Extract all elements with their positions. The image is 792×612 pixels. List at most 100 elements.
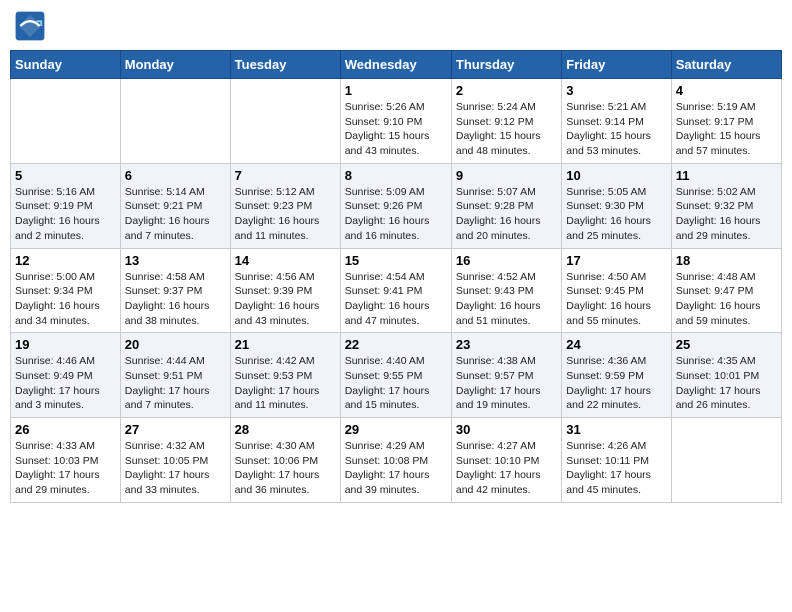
day-info: Sunrise: 5:26 AMSunset: 9:10 PMDaylight:… <box>345 100 447 159</box>
calendar-cell: 15 Sunrise: 4:54 AMSunset: 9:41 PMDayligh… <box>340 248 451 333</box>
day-number: 12 <box>15 253 116 268</box>
calendar-cell: 12 Sunrise: 5:00 AMSunset: 9:34 PMDayligh… <box>11 248 121 333</box>
page-header <box>10 10 782 42</box>
calendar-cell: 24Sunrise: 4:36 AMSunset: 9:59 PMDayligh… <box>562 333 671 418</box>
day-info: Sunrise: 5:24 AMSunset: 9:12 PMDaylight:… <box>456 100 557 159</box>
calendar-cell: 18 Sunrise: 4:48 AMSunset: 9:47 PMDayligh… <box>671 248 781 333</box>
calendar-cell: 16Sunrise: 4:52 AMSunset: 9:43 PMDayligh… <box>451 248 561 333</box>
calendar-cell: 10 Sunrise: 5:05 AMSunset: 9:30 PMDayligh… <box>562 163 671 248</box>
day-info: Sunrise: 5:02 AMSunset: 9:32 PMDaylight:… <box>676 185 777 244</box>
day-number: 8 <box>345 168 447 183</box>
day-number: 6 <box>125 168 226 183</box>
calendar-cell: 29 Sunrise: 4:29 AMSunset: 10:08 PMDaylig… <box>340 418 451 503</box>
calendar-cell: 31 Sunrise: 4:26 AMSunset: 10:11 PMDaylig… <box>562 418 671 503</box>
calendar-cell <box>671 418 781 503</box>
day-number: 22 <box>345 337 447 352</box>
header-day-saturday: Saturday <box>671 51 781 79</box>
header-day-monday: Monday <box>120 51 230 79</box>
calendar-table: SundayMondayTuesdayWednesdayThursdayFrid… <box>10 50 782 503</box>
day-info: Sunrise: 5:16 AMSunset: 9:19 PMDaylight:… <box>15 185 116 244</box>
calendar-cell: 5 Sunrise: 5:16 AMSunset: 9:19 PMDaylight… <box>11 163 121 248</box>
calendar-cell: 6 Sunrise: 5:14 AMSunset: 9:21 PMDaylight… <box>120 163 230 248</box>
week-row-5: 26 Sunrise: 4:33 AMSunset: 10:03 PMDaylig… <box>11 418 782 503</box>
day-info: Sunrise: 5:14 AMSunset: 9:21 PMDaylight:… <box>125 185 226 244</box>
day-info: Sunrise: 4:54 AMSunset: 9:41 PMDaylight:… <box>345 270 447 329</box>
header-row: SundayMondayTuesdayWednesdayThursdayFrid… <box>11 51 782 79</box>
day-info: Sunrise: 4:33 AMSunset: 10:03 PMDaylight… <box>15 439 116 498</box>
day-number: 18 <box>676 253 777 268</box>
day-info: Sunrise: 4:36 AMSunset: 9:59 PMDaylight:… <box>566 354 666 413</box>
calendar-cell: 2Sunrise: 5:24 AMSunset: 9:12 PMDaylight… <box>451 79 561 164</box>
day-info: Sunrise: 4:32 AMSunset: 10:05 PMDaylight… <box>125 439 226 498</box>
calendar-cell: 13Sunrise: 4:58 AMSunset: 9:37 PMDayligh… <box>120 248 230 333</box>
day-number: 20 <box>125 337 226 352</box>
day-number: 15 <box>345 253 447 268</box>
day-info: Sunrise: 4:29 AMSunset: 10:08 PMDaylight… <box>345 439 447 498</box>
calendar-cell <box>11 79 121 164</box>
calendar-cell: 25 Sunrise: 4:35 AMSunset: 10:01 PMDaylig… <box>671 333 781 418</box>
day-info: Sunrise: 5:09 AMSunset: 9:26 PMDaylight:… <box>345 185 447 244</box>
calendar-cell: 14 Sunrise: 4:56 AMSunset: 9:39 PMDayligh… <box>230 248 340 333</box>
calendar-cell: 9 Sunrise: 5:07 AMSunset: 9:28 PMDaylight… <box>451 163 561 248</box>
day-info: Sunrise: 4:26 AMSunset: 10:11 PMDaylight… <box>566 439 666 498</box>
calendar-cell: 19 Sunrise: 4:46 AMSunset: 9:49 PMDayligh… <box>11 333 121 418</box>
day-number: 29 <box>345 422 447 437</box>
day-info: Sunrise: 5:07 AMSunset: 9:28 PMDaylight:… <box>456 185 557 244</box>
day-number: 27 <box>125 422 226 437</box>
day-number: 23 <box>456 337 557 352</box>
day-info: Sunrise: 4:30 AMSunset: 10:06 PMDaylight… <box>235 439 336 498</box>
calendar-cell: 28Sunrise: 4:30 AMSunset: 10:06 PMDaylig… <box>230 418 340 503</box>
header-day-thursday: Thursday <box>451 51 561 79</box>
day-number: 14 <box>235 253 336 268</box>
calendar-cell: 27 Sunrise: 4:32 AMSunset: 10:05 PMDaylig… <box>120 418 230 503</box>
day-info: Sunrise: 4:35 AMSunset: 10:01 PMDaylight… <box>676 354 777 413</box>
week-row-4: 19 Sunrise: 4:46 AMSunset: 9:49 PMDayligh… <box>11 333 782 418</box>
calendar-cell: 26 Sunrise: 4:33 AMSunset: 10:03 PMDaylig… <box>11 418 121 503</box>
header-day-sunday: Sunday <box>11 51 121 79</box>
calendar-cell: 8 Sunrise: 5:09 AMSunset: 9:26 PMDaylight… <box>340 163 451 248</box>
calendar-cell: 11 Sunrise: 5:02 AMSunset: 9:32 PMDayligh… <box>671 163 781 248</box>
day-number: 11 <box>676 168 777 183</box>
calendar-body: 1 Sunrise: 5:26 AMSunset: 9:10 PMDaylight… <box>11 79 782 503</box>
day-info: Sunrise: 4:27 AMSunset: 10:10 PMDaylight… <box>456 439 557 498</box>
calendar-cell: 30Sunrise: 4:27 AMSunset: 10:10 PMDaylig… <box>451 418 561 503</box>
calendar-cell: 4Sunrise: 5:19 AMSunset: 9:17 PMDaylight… <box>671 79 781 164</box>
week-row-3: 12 Sunrise: 5:00 AMSunset: 9:34 PMDayligh… <box>11 248 782 333</box>
header-day-friday: Friday <box>562 51 671 79</box>
calendar-cell: 21 Sunrise: 4:42 AMSunset: 9:53 PMDayligh… <box>230 333 340 418</box>
day-number: 21 <box>235 337 336 352</box>
day-info: Sunrise: 4:56 AMSunset: 9:39 PMDaylight:… <box>235 270 336 329</box>
day-info: Sunrise: 4:52 AMSunset: 9:43 PMDaylight:… <box>456 270 557 329</box>
calendar-cell <box>120 79 230 164</box>
day-number: 5 <box>15 168 116 183</box>
day-number: 17 <box>566 253 666 268</box>
logo <box>14 10 50 42</box>
day-number: 25 <box>676 337 777 352</box>
week-row-2: 5 Sunrise: 5:16 AMSunset: 9:19 PMDaylight… <box>11 163 782 248</box>
logo-icon <box>14 10 46 42</box>
day-number: 4 <box>676 83 777 98</box>
day-info: Sunrise: 5:05 AMSunset: 9:30 PMDaylight:… <box>566 185 666 244</box>
calendar-cell: 20Sunrise: 4:44 AMSunset: 9:51 PMDayligh… <box>120 333 230 418</box>
calendar-cell: 23 Sunrise: 4:38 AMSunset: 9:57 PMDayligh… <box>451 333 561 418</box>
day-number: 26 <box>15 422 116 437</box>
day-number: 10 <box>566 168 666 183</box>
day-info: Sunrise: 4:48 AMSunset: 9:47 PMDaylight:… <box>676 270 777 329</box>
day-info: Sunrise: 4:40 AMSunset: 9:55 PMDaylight:… <box>345 354 447 413</box>
calendar-header: SundayMondayTuesdayWednesdayThursdayFrid… <box>11 51 782 79</box>
day-number: 31 <box>566 422 666 437</box>
calendar-cell: 1 Sunrise: 5:26 AMSunset: 9:10 PMDaylight… <box>340 79 451 164</box>
day-info: Sunrise: 5:21 AMSunset: 9:14 PMDaylight:… <box>566 100 666 159</box>
day-info: Sunrise: 4:46 AMSunset: 9:49 PMDaylight:… <box>15 354 116 413</box>
day-info: Sunrise: 5:12 AMSunset: 9:23 PMDaylight:… <box>235 185 336 244</box>
header-day-tuesday: Tuesday <box>230 51 340 79</box>
day-number: 19 <box>15 337 116 352</box>
day-number: 9 <box>456 168 557 183</box>
day-info: Sunrise: 4:38 AMSunset: 9:57 PMDaylight:… <box>456 354 557 413</box>
day-info: Sunrise: 5:00 AMSunset: 9:34 PMDaylight:… <box>15 270 116 329</box>
calendar-cell: 3Sunrise: 5:21 AMSunset: 9:14 PMDaylight… <box>562 79 671 164</box>
day-info: Sunrise: 4:58 AMSunset: 9:37 PMDaylight:… <box>125 270 226 329</box>
day-number: 1 <box>345 83 447 98</box>
day-info: Sunrise: 4:42 AMSunset: 9:53 PMDaylight:… <box>235 354 336 413</box>
day-info: Sunrise: 4:50 AMSunset: 9:45 PMDaylight:… <box>566 270 666 329</box>
